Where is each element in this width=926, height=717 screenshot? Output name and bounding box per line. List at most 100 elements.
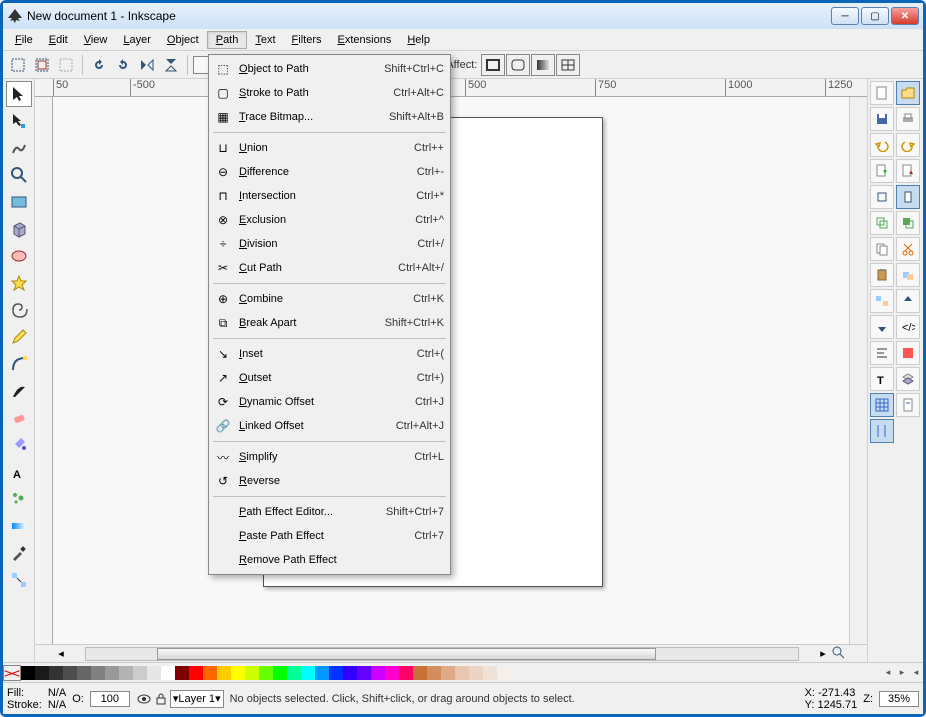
vertical-ruler[interactable] <box>35 97 53 644</box>
color-swatch[interactable] <box>63 666 77 680</box>
flip-h-button[interactable] <box>136 54 158 76</box>
gradient-tool[interactable] <box>6 513 32 539</box>
menu-item-outset[interactable]: ↗OutsetCtrl+) <box>209 366 450 390</box>
save-button[interactable] <box>870 107 894 131</box>
pencil-tool[interactable] <box>6 324 32 350</box>
color-swatch[interactable] <box>469 666 483 680</box>
minimize-button[interactable]: ─ <box>831 7 859 25</box>
color-swatch[interactable] <box>49 666 63 680</box>
color-swatch[interactable] <box>259 666 273 680</box>
menu-item-break-apart[interactable]: ⧉Break ApartShift+Ctrl+K <box>209 311 450 335</box>
eraser-tool[interactable] <box>6 405 32 431</box>
menu-item-combine[interactable]: ⊕CombineCtrl+K <box>209 287 450 311</box>
color-swatch[interactable] <box>245 666 259 680</box>
text-props-button[interactable]: T <box>870 367 894 391</box>
color-swatch[interactable] <box>441 666 455 680</box>
menu-item-reverse[interactable]: ↺Reverse <box>209 469 450 493</box>
menu-item-path-effect-editor-[interactable]: Path Effect Editor...Shift+Ctrl+7 <box>209 500 450 524</box>
menu-edit[interactable]: Edit <box>41 32 76 48</box>
rotate-cw-button[interactable] <box>112 54 134 76</box>
bezier-tool[interactable] <box>6 351 32 377</box>
undo-button[interactable] <box>870 133 894 157</box>
color-swatch[interactable] <box>91 666 105 680</box>
color-swatch[interactable] <box>329 666 343 680</box>
open-doc-button[interactable] <box>896 81 920 105</box>
color-swatch[interactable] <box>287 666 301 680</box>
menu-layer[interactable]: Layer <box>115 32 159 48</box>
palette-menu[interactable]: ◂ <box>909 667 923 678</box>
text-tool[interactable]: A <box>6 459 32 485</box>
menu-object[interactable]: Object <box>159 32 207 48</box>
menu-text[interactable]: Text <box>247 32 283 48</box>
guides-button[interactable] <box>870 419 894 443</box>
menu-view[interactable]: View <box>76 32 116 48</box>
zoom-fit-button[interactable] <box>870 185 894 209</box>
affect-pattern-button[interactable] <box>556 54 580 76</box>
align-button[interactable] <box>870 341 894 365</box>
menu-item-trace-bitmap-[interactable]: ▦Trace Bitmap...Shift+Alt+B <box>209 105 450 129</box>
no-fill-swatch[interactable] <box>3 665 21 681</box>
duplicate-button[interactable] <box>870 211 894 235</box>
color-swatch[interactable] <box>385 666 399 680</box>
color-swatch[interactable] <box>273 666 287 680</box>
canvas[interactable] <box>53 97 849 644</box>
fill-stroke-button[interactable] <box>896 341 920 365</box>
grid-button[interactable] <box>870 393 894 417</box>
node-tool[interactable] <box>6 108 32 134</box>
spray-tool[interactable] <box>6 486 32 512</box>
color-swatch[interactable] <box>133 666 147 680</box>
palette-scroll-left[interactable]: ◂ <box>881 667 895 678</box>
select-all-button[interactable] <box>7 54 29 76</box>
lower-button[interactable] <box>870 315 894 339</box>
select-all-layers-button[interactable] <box>31 54 53 76</box>
menu-item-stroke-to-path[interactable]: ▢Stroke to PathCtrl+Alt+C <box>209 81 450 105</box>
menu-item-union[interactable]: ⊔UnionCtrl++ <box>209 136 450 160</box>
doc-props-button[interactable] <box>896 393 920 417</box>
ellipse-tool[interactable] <box>6 243 32 269</box>
tweak-tool[interactable] <box>6 135 32 161</box>
color-swatch[interactable] <box>315 666 329 680</box>
star-tool[interactable] <box>6 270 32 296</box>
menu-extensions[interactable]: Extensions <box>330 32 400 48</box>
print-button[interactable] <box>896 107 920 131</box>
color-swatch[interactable] <box>497 666 511 680</box>
calligraphy-tool[interactable] <box>6 378 32 404</box>
rotate-ccw-button[interactable] <box>88 54 110 76</box>
menu-item-intersection[interactable]: ⊓IntersectionCtrl+* <box>209 184 450 208</box>
copy-button[interactable] <box>870 237 894 261</box>
import-button[interactable] <box>870 159 894 183</box>
color-swatch[interactable] <box>371 666 385 680</box>
color-swatch[interactable] <box>231 666 245 680</box>
clone-button[interactable] <box>896 211 920 235</box>
menu-item-dynamic-offset[interactable]: ⟳Dynamic OffsetCtrl+J <box>209 390 450 414</box>
menu-item-paste-path-effect[interactable]: Paste Path EffectCtrl+7 <box>209 524 450 548</box>
layer-select[interactable]: ▾ Layer 1 ▾ <box>170 690 224 708</box>
color-swatch[interactable] <box>203 666 217 680</box>
menu-item-linked-offset[interactable]: 🔗Linked OffsetCtrl+Alt+J <box>209 414 450 438</box>
paste-button[interactable] <box>870 263 894 287</box>
menu-item-simplify[interactable]: 〰SimplifyCtrl+L <box>209 445 450 469</box>
xml-editor-button[interactable]: </> <box>896 315 920 339</box>
menu-item-object-to-path[interactable]: ⬚Object to PathShift+Ctrl+C <box>209 57 450 81</box>
color-swatch[interactable] <box>301 666 315 680</box>
connector-tool[interactable] <box>6 567 32 593</box>
flip-v-button[interactable] <box>160 54 182 76</box>
spiral-tool[interactable] <box>6 297 32 323</box>
menu-item-remove-path-effect[interactable]: Remove Path Effect <box>209 548 450 572</box>
menu-file[interactable]: File <box>7 32 41 48</box>
ungroup-button[interactable] <box>870 289 894 313</box>
menu-filters[interactable]: Filters <box>284 32 330 48</box>
menu-path[interactable]: Path <box>207 31 248 49</box>
lock-toggle[interactable] <box>154 692 168 706</box>
box3d-tool[interactable] <box>6 216 32 242</box>
menu-item-cut-path[interactable]: ✂Cut PathCtrl+Alt+/ <box>209 256 450 280</box>
bucket-tool[interactable] <box>6 432 32 458</box>
menu-item-difference[interactable]: ⊖DifferenceCtrl+- <box>209 160 450 184</box>
color-swatch[interactable] <box>21 666 35 680</box>
horizontal-ruler[interactable]: 50-500050075010001250 <box>35 79 867 97</box>
color-swatch[interactable] <box>189 666 203 680</box>
raise-button[interactable] <box>896 289 920 313</box>
palette-scroll-right[interactable]: ▸ <box>895 667 909 678</box>
color-swatch[interactable] <box>217 666 231 680</box>
menu-item-inset[interactable]: ↘InsetCtrl+( <box>209 342 450 366</box>
